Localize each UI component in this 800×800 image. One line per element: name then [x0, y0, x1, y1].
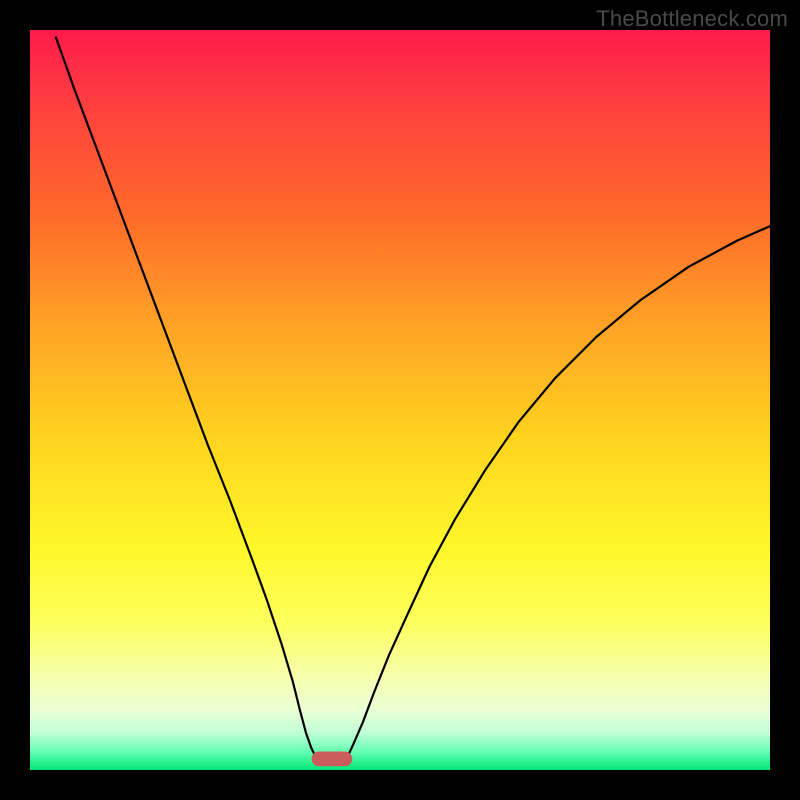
bottleneck-marker: [312, 752, 353, 767]
chart-svg: [0, 0, 800, 800]
watermark-text: TheBottleneck.com: [596, 6, 788, 32]
bottleneck-chart: TheBottleneck.com: [0, 0, 800, 800]
plot-background: [30, 30, 770, 770]
marker-group: [312, 752, 353, 767]
